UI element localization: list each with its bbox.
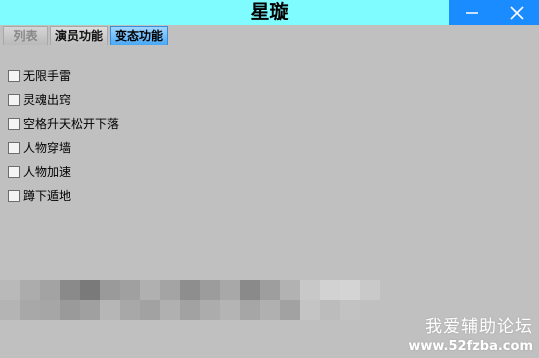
close-button[interactable] (494, 0, 539, 25)
watermark: 我爱辅助论坛 www.52fzba.com (408, 316, 533, 356)
minimize-button[interactable] (449, 0, 494, 25)
unlimited-grenades-checkbox[interactable] (8, 70, 20, 82)
options-panel: 无限手雷 灵魂出窍 空格升天松开下落 人物穿墙 人物加速 蹲下遁地 (8, 64, 119, 208)
option-label: 灵魂出窍 (23, 93, 72, 107)
option-label: 人物加速 (23, 165, 72, 179)
option-wall-pass[interactable]: 人物穿墙 (8, 136, 119, 160)
option-label: 无限手雷 (23, 69, 72, 83)
option-label: 蹲下遁地 (23, 189, 72, 203)
option-speed-up[interactable]: 人物加速 (8, 160, 119, 184)
tab-actor-functions[interactable]: 演员功能 (50, 26, 109, 45)
pixelated-image (0, 280, 380, 320)
crouch-underground-checkbox[interactable] (8, 190, 20, 202)
watermark-url: www.52fzba.com (408, 339, 533, 354)
watermark-site-name: 我爱辅助论坛 (425, 317, 533, 337)
soul-out-checkbox[interactable] (8, 94, 20, 106)
tab-bar: 列表 演员功能 变态功能 (3, 26, 170, 46)
option-label: 人物穿墙 (23, 141, 72, 155)
minimize-icon (465, 12, 478, 14)
space-fly-checkbox[interactable] (8, 118, 20, 130)
option-crouch-underground[interactable]: 蹲下遁地 (8, 184, 119, 208)
speed-up-checkbox[interactable] (8, 166, 20, 178)
option-label: 空格升天松开下落 (23, 117, 120, 131)
wall-pass-checkbox[interactable] (8, 142, 20, 154)
option-space-fly[interactable]: 空格升天松开下落 (8, 112, 119, 136)
tab-list: 列表 (3, 26, 48, 45)
option-soul-out[interactable]: 灵魂出窍 (8, 88, 119, 112)
close-icon (509, 6, 524, 20)
option-unlimited-grenades[interactable]: 无限手雷 (8, 64, 119, 88)
title-bar: 星璇 (0, 0, 539, 25)
tab-special-functions[interactable]: 变态功能 (110, 26, 169, 45)
